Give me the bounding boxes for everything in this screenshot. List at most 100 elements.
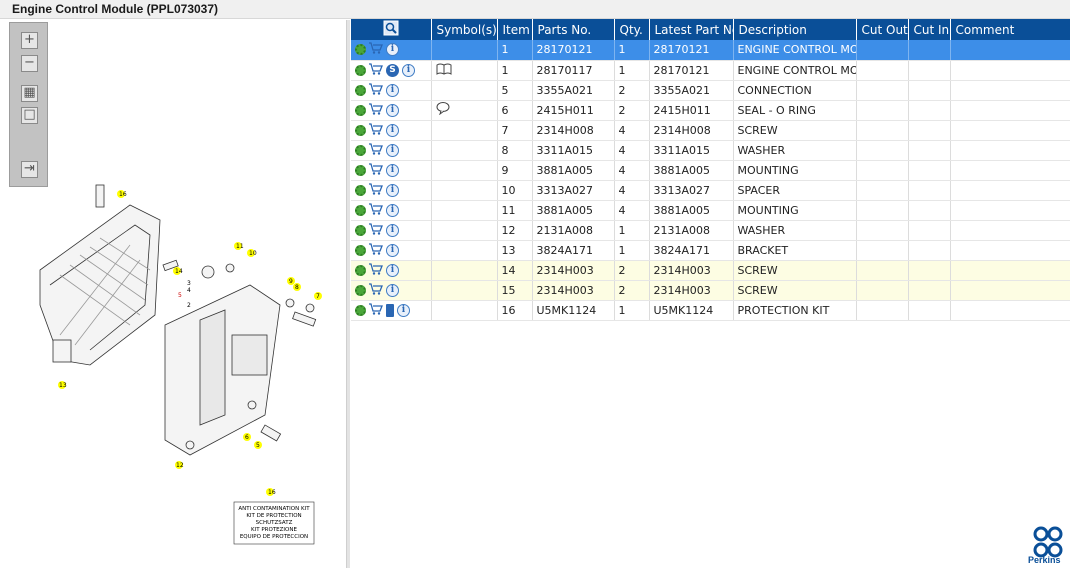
table-row[interactable]: i 5 3355A021 2 3355A021 CONNECTION (351, 80, 1070, 101)
column-header-parts-no[interactable]: Parts No. (532, 19, 615, 40)
info-icon[interactable]: i (386, 223, 399, 237)
cart-icon[interactable] (369, 82, 383, 98)
column-header-latest-part-no[interactable]: Latest Part No. (649, 19, 734, 40)
gear-icon[interactable] (355, 104, 366, 116)
cart-icon[interactable] (369, 282, 383, 298)
symbols-cell[interactable] (431, 180, 498, 201)
info-icon[interactable]: i (386, 183, 399, 197)
latest-part-no-cell: 3355A021 (649, 80, 734, 101)
cart-icon[interactable] (369, 102, 383, 118)
info-icon[interactable]: i (386, 203, 399, 217)
gear-icon[interactable] (355, 224, 366, 236)
cart-icon[interactable] (369, 62, 383, 78)
gear-group-icon[interactable] (355, 64, 366, 76)
symbols-cell[interactable] (431, 300, 498, 321)
symbols-cell[interactable] (431, 100, 498, 121)
column-header-symbols[interactable]: Symbol(s) (431, 19, 498, 40)
table-row[interactable]: i 7 2314H008 4 2314H008 SCREW (351, 120, 1070, 141)
table-row[interactable]: i128170121128170121ENGINE CONTROL MODULE (351, 40, 1070, 61)
gear-icon[interactable] (355, 204, 366, 216)
cart-icon[interactable] (369, 142, 383, 158)
info-icon[interactable]: i (386, 103, 399, 117)
table-row[interactable]: i 15 2314H003 2 2314H003 SCREW (351, 280, 1070, 301)
cart-icon[interactable] (369, 162, 383, 178)
cart-icon[interactable] (369, 222, 383, 238)
symbols-cell[interactable] (431, 220, 498, 241)
symbols-cell[interactable] (431, 80, 498, 101)
gear-icon[interactable] (355, 264, 366, 276)
gear-icon[interactable] (355, 284, 366, 296)
info-icon[interactable]: i (386, 263, 399, 277)
cart-icon[interactable] (369, 262, 383, 278)
symbols-cell[interactable] (431, 160, 498, 181)
table-row[interactable]: i 10 3313A027 4 3313A027 SPACER (351, 180, 1070, 201)
table-row[interactable]: i 16 U5MK1124 1 U5MK1124 PROTECTION KIT (351, 300, 1070, 321)
symbols-cell[interactable] (431, 60, 498, 81)
column-header-qty[interactable]: Qty. (614, 19, 650, 40)
table-row[interactable]: i 11 3881A005 4 3881A005 MOUNTING (351, 200, 1070, 221)
column-header-description[interactable]: Description (733, 19, 857, 40)
column-header-comment[interactable]: Comment (950, 19, 1070, 40)
cart-icon[interactable] (369, 302, 383, 318)
latest-part-no-cell: 3881A005 (649, 160, 734, 181)
symbols-cell[interactable] (431, 240, 498, 261)
gear-icon[interactable] (355, 304, 366, 316)
gear-group-icon[interactable] (355, 44, 366, 56)
cart-icon[interactable] (369, 202, 383, 218)
fit-window-icon[interactable]: □ (21, 107, 38, 124)
symbols-cell[interactable] (431, 140, 498, 161)
gear-icon[interactable] (355, 244, 366, 256)
zoom-out-icon[interactable]: − (21, 55, 38, 72)
table-row[interactable]: i 12 2131A008 1 2131A008 WASHER (351, 220, 1070, 241)
symbols-cell[interactable] (431, 280, 498, 301)
cart-icon[interactable] (369, 122, 383, 138)
latest-part-no-cell: 3881A005 (649, 200, 734, 221)
window-title: Engine Control Module (PPL073037) (12, 2, 219, 16)
gear-icon[interactable] (355, 164, 366, 176)
table-row[interactable]: i 6 2415H011 2 2415H011 SEAL - O RING (351, 100, 1070, 121)
zoom-in-icon[interactable]: + (21, 32, 38, 49)
table-row[interactable]: i 8 3311A015 4 3311A015 WASHER (351, 140, 1070, 161)
info-icon[interactable]: i (386, 43, 399, 57)
info-icon[interactable]: i (386, 283, 399, 297)
info-icon[interactable]: i (386, 83, 399, 97)
gear-icon[interactable] (355, 144, 366, 156)
callout-5: 5 (178, 292, 182, 299)
cart-icon[interactable] (369, 242, 383, 258)
table-row[interactable]: i 9 3881A005 4 3881A005 MOUNTING (351, 160, 1070, 181)
table-row[interactable]: i 14 2314H003 2 2314H003 SCREW (351, 260, 1070, 281)
cart-icon[interactable] (369, 42, 383, 57)
gear-icon[interactable] (355, 124, 366, 136)
info-icon[interactable]: i (397, 303, 410, 317)
cut-out-cell (856, 160, 909, 181)
column-header-tools[interactable] (351, 19, 432, 40)
search-icon[interactable] (383, 20, 399, 36)
symbols-cell[interactable] (431, 120, 498, 141)
symbols-cell[interactable] (431, 200, 498, 221)
callout-12: 12 (176, 462, 184, 469)
symbols-cell[interactable] (431, 40, 498, 61)
comment-cell (950, 280, 1070, 301)
info-icon[interactable]: i (386, 243, 399, 257)
comment-icon[interactable] (436, 102, 450, 116)
column-header-cut-out[interactable]: Cut Out (856, 19, 909, 40)
cart-icon[interactable] (369, 182, 383, 198)
pane-splitter[interactable] (346, 20, 350, 568)
open-book-icon[interactable] (436, 63, 452, 75)
supersession-icon[interactable]: S (386, 63, 399, 77)
gear-icon[interactable] (355, 184, 366, 196)
description-cell: MOUNTING (733, 160, 857, 181)
column-header-cut-in[interactable]: Cut In (908, 19, 951, 40)
info-icon[interactable]: i (386, 123, 399, 137)
description-cell: ENGINE CONTROL MODULE (733, 60, 857, 81)
gear-icon[interactable] (355, 84, 366, 96)
info-icon[interactable]: i (402, 63, 415, 77)
table-row[interactable]: i 13 3824A171 1 3824A171 BRACKET (351, 240, 1070, 261)
info-icon[interactable]: i (386, 163, 399, 177)
book-icon[interactable] (386, 303, 394, 317)
column-header-item[interactable]: Item (497, 19, 533, 40)
table-row[interactable]: Si128170117128170121ENGINE CONTROL MODUL… (351, 60, 1070, 81)
fit-all-icon[interactable]: ▦ (21, 85, 38, 102)
symbols-cell[interactable] (431, 260, 498, 281)
info-icon[interactable]: i (386, 143, 399, 157)
